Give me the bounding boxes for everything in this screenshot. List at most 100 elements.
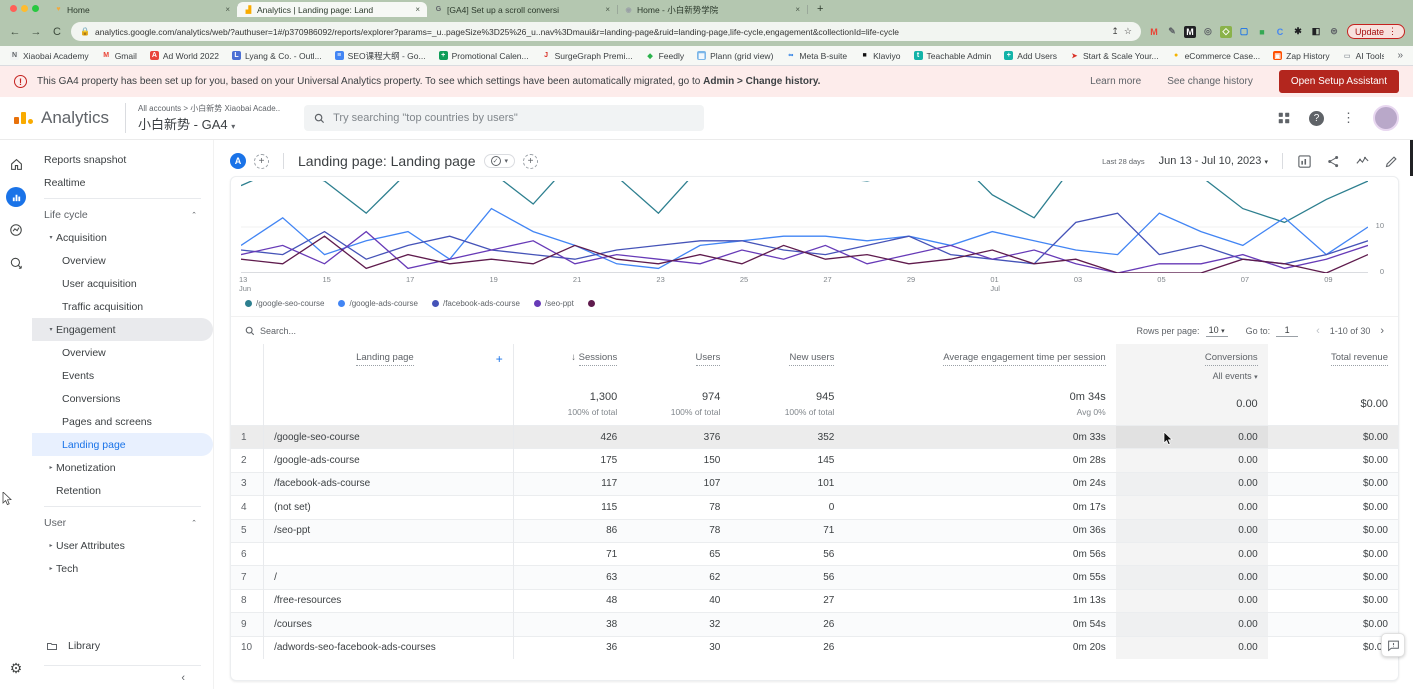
expand-arrow-icon[interactable]: ▸ [46, 542, 56, 549]
legend-item[interactable] [588, 300, 599, 307]
sidebar-item-events[interactable]: Events [32, 364, 213, 387]
learn-more-link[interactable]: Learn more [1090, 76, 1141, 87]
browser-tab[interactable]: ♥Home× [47, 2, 237, 17]
column-header-conversions[interactable]: ConversionsAll events ▾ [1116, 344, 1268, 381]
table-row[interactable]: 5/seo-ppt8678710m 36s0.00$0.00 [231, 519, 1398, 542]
analytics-logo-icon[interactable] [14, 112, 33, 124]
table-row[interactable]: 4(not set)1157800m 17s0.00$0.00 [231, 496, 1398, 519]
sidebar-item-pages-and-screens[interactable]: Pages and screens [32, 410, 213, 433]
column-header-engagement[interactable]: Average engagement time per session [844, 344, 1115, 381]
sidebar-item-landing-page[interactable]: Landing page [32, 433, 213, 456]
help-icon[interactable]: ? [1309, 111, 1324, 126]
sessions-line-chart[interactable]: 10 0 [231, 181, 1398, 273]
feedback-button[interactable] [1381, 633, 1405, 657]
bookmark-item[interactable]: ▣Zap History [1273, 50, 1329, 62]
sidebar-item-retention[interactable]: Retention [32, 479, 213, 502]
bookmark-item[interactable]: ■Klaviyo [860, 50, 900, 62]
share-icon[interactable]: ↥ [1111, 26, 1119, 37]
sidebar-item-conversions[interactable]: Conversions [32, 387, 213, 410]
add-comparison-button[interactable]: + [254, 154, 269, 169]
address-bar[interactable]: 🔒 analytics.google.com/analytics/web/?au… [71, 22, 1141, 41]
new-tab-button[interactable]: + [817, 3, 823, 15]
table-row[interactable]: 10/adwords-seo-facebook-ads-courses36302… [231, 636, 1398, 659]
bookmark-item[interactable]: ▭AI Tools [1343, 50, 1385, 62]
extension-icon[interactable]: C [1274, 26, 1286, 38]
legend-item[interactable]: /facebook-ads-course [432, 299, 520, 308]
forward-button[interactable]: → [29, 26, 43, 38]
reload-button[interactable]: C [50, 26, 64, 38]
column-header-users[interactable]: Users [627, 344, 730, 381]
legend-item[interactable]: /seo-ppt [534, 299, 574, 308]
home-nav-icon[interactable] [6, 154, 26, 174]
bookmark-item[interactable]: JSurgeGraph Premi... [542, 50, 633, 62]
goto-page-input[interactable]: 1 [1276, 325, 1298, 337]
bookmark-item[interactable]: ∞Meta B-suite [786, 50, 847, 62]
advertising-nav-icon[interactable] [6, 253, 26, 273]
sidebar-item-reports-snapshot[interactable]: Reports snapshot [32, 148, 213, 171]
bookmark-item[interactable]: MGmail [102, 50, 137, 62]
update-button[interactable]: Update⋮ [1347, 24, 1405, 39]
tab-close-icon[interactable]: × [415, 5, 420, 14]
extension-icon[interactable]: ✎ [1166, 26, 1178, 38]
expand-arrow-icon[interactable]: ▸ [46, 464, 56, 471]
extension-icon[interactable]: ◎ [1202, 26, 1214, 38]
conversions-event-select[interactable]: All events ▾ [1126, 371, 1258, 381]
sidebar-item-engagement[interactable]: ▾Engagement [32, 318, 213, 341]
table-search-input[interactable]: Search... [245, 326, 296, 336]
sidebar-item-user-acquisition[interactable]: User acquisition [32, 272, 213, 295]
column-header-total-revenue[interactable]: Total revenue [1268, 344, 1398, 381]
date-range-picker[interactable]: Jun 13 - Jul 10, 2023 ▾ [1159, 155, 1268, 167]
bookmark-item[interactable]: NXiaobai Academy [10, 50, 89, 62]
see-change-history-link[interactable]: See change history [1167, 76, 1253, 87]
expand-arrow-icon[interactable]: ▾ [46, 326, 56, 333]
sidebar-item-library[interactable]: Library [32, 633, 213, 659]
bookmark-item[interactable]: LLyang & Co. - Outl... [232, 50, 322, 62]
rows-per-page-select[interactable]: 10 ▾ [1206, 325, 1228, 337]
bookmark-item[interactable]: ▦Plann (grid view) [697, 50, 773, 62]
column-header-landing-page[interactable]: Landing page + [264, 344, 514, 381]
extension-icon[interactable]: ■ [1256, 26, 1268, 38]
browser-tab[interactable]: G[GA4] Set up a scroll conversi× [427, 2, 617, 17]
admin-gear-icon[interactable]: ⚙ [10, 660, 23, 677]
reports-nav-icon[interactable] [6, 187, 26, 207]
extension-icon[interactable]: M [1148, 26, 1160, 38]
bookmark-item[interactable]: AAd World 2022 [150, 50, 219, 62]
extension-icon[interactable]: M [1184, 26, 1196, 38]
table-row[interactable]: 9/courses3832260m 54s0.00$0.00 [231, 613, 1398, 636]
bookmark-item[interactable]: ➤Start & Scale Your... [1070, 50, 1159, 62]
bookmark-item[interactable]: tTeachable Admin [914, 50, 992, 62]
open-setup-assistant-button[interactable]: Open Setup Assistant [1279, 70, 1399, 93]
table-row[interactable]: 3/facebook-ads-course1171071010m 24s0.00… [231, 472, 1398, 495]
add-metric-button[interactable]: + [523, 154, 538, 169]
insights-icon[interactable] [1355, 154, 1370, 169]
expand-arrow-icon[interactable]: ▸ [46, 565, 56, 572]
sidebar-item-user-attributes[interactable]: ▸User Attributes [32, 534, 213, 557]
bookmark-item[interactable]: ◆Feedly [646, 50, 685, 62]
sidebar-item-traffic-acquisition[interactable]: Traffic acquisition [32, 295, 213, 318]
search-input[interactable]: Try searching "top countries by users" [304, 105, 704, 131]
window-controls[interactable] [10, 5, 39, 12]
sidebar-item-tech[interactable]: ▸Tech [32, 557, 213, 580]
edit-report-icon[interactable] [1384, 154, 1399, 169]
prev-page-button[interactable]: ‹ [1316, 325, 1320, 337]
bookmark-star-icon[interactable]: ☆ [1124, 26, 1132, 37]
bookmark-item[interactable]: +Promotional Calen... [439, 50, 529, 62]
tab-close-icon[interactable]: × [225, 5, 230, 14]
more-options-icon[interactable]: ⋮ [1342, 110, 1355, 126]
sidebar-item-overview[interactable]: Overview [32, 341, 213, 364]
nav-section-header[interactable]: Life cycle⌃ [32, 203, 213, 226]
sidebar-item-overview[interactable]: Overview [32, 249, 213, 272]
bookmark-item[interactable]: ●eCommerce Case... [1172, 50, 1261, 62]
collapse-nav-button[interactable]: ‹ [44, 665, 201, 689]
back-button[interactable]: ← [8, 26, 22, 38]
apps-grid-icon[interactable] [1277, 111, 1291, 125]
table-row[interactable]: 67165560m 56s0.00$0.00 [231, 542, 1398, 565]
data-quality-badge[interactable]: ✓▾ [484, 154, 516, 168]
legend-item[interactable]: /google-ads-course [338, 299, 417, 308]
add-dimension-button[interactable]: + [496, 352, 503, 366]
tab-close-icon[interactable]: × [605, 5, 610, 14]
share-report-icon[interactable] [1326, 154, 1341, 169]
table-row[interactable]: 2/google-ads-course1751501450m 28s0.00$0… [231, 449, 1398, 472]
customize-report-icon[interactable] [1297, 154, 1312, 169]
tab-close-icon[interactable]: × [795, 5, 800, 14]
